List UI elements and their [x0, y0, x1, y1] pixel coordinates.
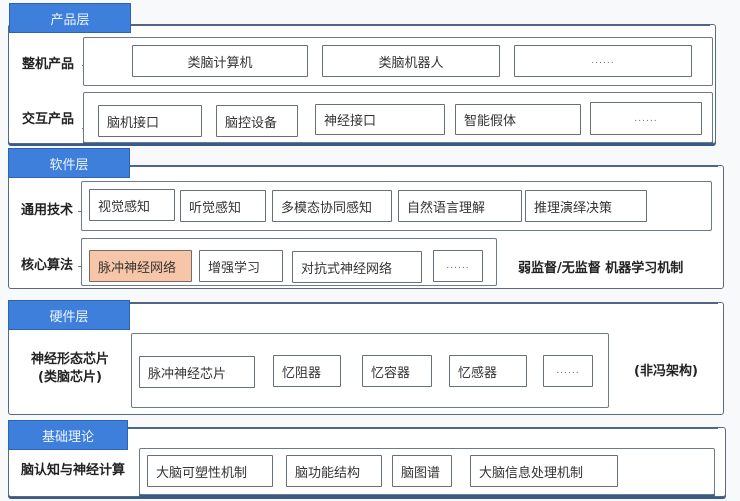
software-layer-tab: 软件层	[8, 148, 130, 178]
item-spiking-chip[interactable]: 脉冲神经芯片	[139, 356, 255, 388]
product-layer-tab: 产品层	[9, 3, 131, 33]
hardware-layer-tab: 硬件层	[8, 300, 130, 330]
item-more[interactable]: ......	[514, 45, 692, 77]
foundation-layer-tab-line	[128, 427, 718, 429]
item-bci[interactable]: 脑机接口	[98, 105, 202, 137]
item-gan[interactable]: 对抗式神经网络	[292, 251, 422, 283]
item-memristor[interactable]: 忆阻器	[273, 355, 341, 387]
row-label-neuromorphic-chip: 神经形态芯片 (类脑芯片)	[10, 349, 130, 389]
item-more[interactable]: ......	[433, 250, 483, 282]
foundation-layer-tab: 基础理论	[8, 420, 128, 450]
note-non-von-neumann: (非冯架构)	[634, 364, 698, 379]
item-multimodal-perception[interactable]: 多模态协同感知	[272, 190, 392, 222]
row-label-interactive-products: 交互产品	[21, 112, 74, 127]
item-auditory-perception[interactable]: 听觉感知	[180, 190, 266, 222]
item-more[interactable]: ......	[590, 102, 702, 135]
item-brain-atlas[interactable]: 脑图谱	[392, 455, 452, 487]
item-brain-plasticity[interactable]: 大脑可塑性机制	[147, 455, 273, 487]
item-reasoning-decision[interactable]: 推理演绎决策	[525, 190, 647, 222]
item-smart-prosthesis[interactable]: 智能假体	[455, 104, 581, 135]
row-label-complete-products: 整机产品	[21, 57, 74, 72]
row-label-brain-cognition: 脑认知与神经计算	[20, 463, 125, 478]
row-label-core-algorithms: 核心算法	[20, 258, 73, 273]
product-layer-tab-line	[130, 24, 710, 26]
item-brain-like-robot[interactable]: 类脑机器人	[322, 45, 500, 77]
software-layer-tab-line	[128, 165, 718, 167]
item-visual-perception[interactable]: 视觉感知	[89, 189, 175, 221]
item-reinforcement-learning[interactable]: 增强学习	[199, 250, 283, 282]
row-label-line-2: (类脑芯片)	[38, 370, 102, 385]
hardware-layer-tab-line	[128, 302, 718, 304]
item-brain-control-device[interactable]: 脑控设备	[216, 105, 298, 137]
row-label-general-tech: 通用技术	[20, 203, 73, 218]
item-neural-interface[interactable]: 神经接口	[315, 104, 445, 135]
item-meminductor[interactable]: 忆感器	[449, 355, 527, 387]
note-weak-supervision: 弱监督/无监督 机器学习机制	[518, 261, 684, 276]
item-brain-like-computer[interactable]: 类脑计算机	[132, 45, 308, 77]
row-label-line-1: 神经形态芯片	[30, 352, 109, 367]
item-brain-function-structure[interactable]: 脑功能结构	[286, 455, 382, 487]
item-spiking-neural-network[interactable]: 脉冲神经网络	[89, 250, 192, 282]
item-nlu[interactable]: 自然语言理解	[398, 190, 522, 222]
item-memcapacitor[interactable]: 忆容器	[362, 355, 432, 387]
item-brain-info-processing[interactable]: 大脑信息处理机制	[470, 455, 618, 487]
item-more[interactable]: ......	[543, 355, 593, 387]
